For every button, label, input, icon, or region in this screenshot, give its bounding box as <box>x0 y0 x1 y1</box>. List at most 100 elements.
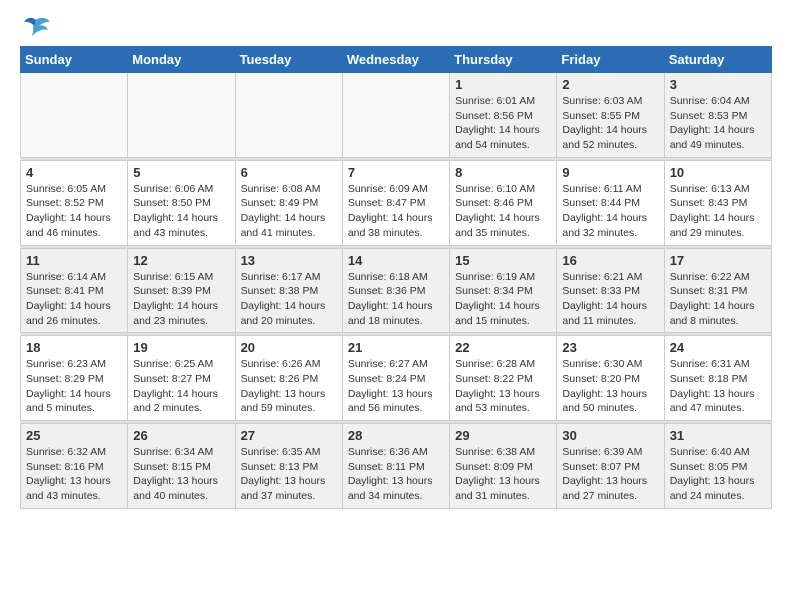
calendar-header-row: SundayMondayTuesdayWednesdayThursdayFrid… <box>21 47 772 73</box>
day-info: Sunrise: 6:23 AM Sunset: 8:29 PM Dayligh… <box>26 357 122 416</box>
day-info: Sunrise: 6:30 AM Sunset: 8:20 PM Dayligh… <box>562 357 658 416</box>
day-number: 9 <box>562 165 658 180</box>
day-number: 13 <box>241 253 337 268</box>
day-number: 5 <box>133 165 229 180</box>
calendar-week-5: 25 Sunrise: 6:32 AM Sunset: 8:16 PM Dayli… <box>21 424 772 509</box>
day-number: 19 <box>133 340 229 355</box>
day-info: Sunrise: 6:17 AM Sunset: 8:38 PM Dayligh… <box>241 270 337 329</box>
day-info: Sunrise: 6:36 AM Sunset: 8:11 PM Dayligh… <box>348 445 444 504</box>
day-info: Sunrise: 6:03 AM Sunset: 8:55 PM Dayligh… <box>562 94 658 153</box>
calendar-cell: 20 Sunrise: 6:26 AM Sunset: 8:26 PM Dayli… <box>235 336 342 421</box>
day-number: 27 <box>241 428 337 443</box>
day-info: Sunrise: 6:34 AM Sunset: 8:15 PM Dayligh… <box>133 445 229 504</box>
calendar-week-2: 4Sunrise: 6:05 AM Sunset: 8:52 PM Daylig… <box>21 160 772 245</box>
day-number: 15 <box>455 253 551 268</box>
calendar-table: SundayMondayTuesdayWednesdayThursdayFrid… <box>20 46 772 509</box>
day-info: Sunrise: 6:27 AM Sunset: 8:24 PM Dayligh… <box>348 357 444 416</box>
day-info: Sunrise: 6:04 AM Sunset: 8:53 PM Dayligh… <box>670 94 766 153</box>
day-info: Sunrise: 6:13 AM Sunset: 8:43 PM Dayligh… <box>670 182 766 241</box>
logo <box>20 16 50 40</box>
calendar-cell: 16Sunrise: 6:21 AM Sunset: 8:33 PM Dayli… <box>557 248 664 333</box>
day-info: Sunrise: 6:35 AM Sunset: 8:13 PM Dayligh… <box>241 445 337 504</box>
day-info: Sunrise: 6:26 AM Sunset: 8:26 PM Dayligh… <box>241 357 337 416</box>
day-number: 8 <box>455 165 551 180</box>
weekday-header-saturday: Saturday <box>664 47 771 73</box>
day-info: Sunrise: 6:19 AM Sunset: 8:34 PM Dayligh… <box>455 270 551 329</box>
weekday-header-tuesday: Tuesday <box>235 47 342 73</box>
calendar-cell: 2 Sunrise: 6:03 AM Sunset: 8:55 PM Daylig… <box>557 73 664 158</box>
calendar-cell: 19 Sunrise: 6:25 AM Sunset: 8:27 PM Dayli… <box>128 336 235 421</box>
calendar-cell <box>342 73 449 158</box>
calendar-cell: 21 Sunrise: 6:27 AM Sunset: 8:24 PM Dayli… <box>342 336 449 421</box>
day-number: 7 <box>348 165 444 180</box>
calendar-cell: 15 Sunrise: 6:19 AM Sunset: 8:34 PM Dayli… <box>450 248 557 333</box>
day-number: 14 <box>348 253 444 268</box>
calendar-cell: 24 Sunrise: 6:31 AM Sunset: 8:18 PM Dayli… <box>664 336 771 421</box>
weekday-header-monday: Monday <box>128 47 235 73</box>
calendar-cell: 22 Sunrise: 6:28 AM Sunset: 8:22 PM Dayli… <box>450 336 557 421</box>
calendar-cell <box>235 73 342 158</box>
calendar-cell: 28 Sunrise: 6:36 AM Sunset: 8:11 PM Dayli… <box>342 424 449 509</box>
calendar-cell: 31 Sunrise: 6:40 AM Sunset: 8:05 PM Dayli… <box>664 424 771 509</box>
calendar-cell: 8Sunrise: 6:10 AM Sunset: 8:46 PM Daylig… <box>450 160 557 245</box>
day-number: 30 <box>562 428 658 443</box>
day-info: Sunrise: 6:01 AM Sunset: 8:56 PM Dayligh… <box>455 94 551 153</box>
day-info: Sunrise: 6:14 AM Sunset: 8:41 PM Dayligh… <box>26 270 122 329</box>
day-info: Sunrise: 6:25 AM Sunset: 8:27 PM Dayligh… <box>133 357 229 416</box>
day-info: Sunrise: 6:32 AM Sunset: 8:16 PM Dayligh… <box>26 445 122 504</box>
day-info: Sunrise: 6:09 AM Sunset: 8:47 PM Dayligh… <box>348 182 444 241</box>
day-info: Sunrise: 6:39 AM Sunset: 8:07 PM Dayligh… <box>562 445 658 504</box>
day-number: 3 <box>670 77 766 92</box>
calendar-cell: 7 Sunrise: 6:09 AM Sunset: 8:47 PM Daylig… <box>342 160 449 245</box>
day-number: 22 <box>455 340 551 355</box>
calendar-cell: 26Sunrise: 6:34 AM Sunset: 8:15 PM Dayli… <box>128 424 235 509</box>
day-number: 6 <box>241 165 337 180</box>
day-number: 24 <box>670 340 766 355</box>
day-info: Sunrise: 6:05 AM Sunset: 8:52 PM Dayligh… <box>26 182 122 241</box>
calendar-cell: 9Sunrise: 6:11 AM Sunset: 8:44 PM Daylig… <box>557 160 664 245</box>
day-info: Sunrise: 6:06 AM Sunset: 8:50 PM Dayligh… <box>133 182 229 241</box>
calendar-cell: 17 Sunrise: 6:22 AM Sunset: 8:31 PM Dayli… <box>664 248 771 333</box>
day-number: 18 <box>26 340 122 355</box>
calendar-cell: 12Sunrise: 6:15 AM Sunset: 8:39 PM Dayli… <box>128 248 235 333</box>
calendar-cell: 6Sunrise: 6:08 AM Sunset: 8:49 PM Daylig… <box>235 160 342 245</box>
day-info: Sunrise: 6:31 AM Sunset: 8:18 PM Dayligh… <box>670 357 766 416</box>
weekday-header-wednesday: Wednesday <box>342 47 449 73</box>
page-header <box>20 16 772 40</box>
day-number: 11 <box>26 253 122 268</box>
day-number: 29 <box>455 428 551 443</box>
day-info: Sunrise: 6:18 AM Sunset: 8:36 PM Dayligh… <box>348 270 444 329</box>
day-number: 25 <box>26 428 122 443</box>
day-number: 17 <box>670 253 766 268</box>
day-info: Sunrise: 6:15 AM Sunset: 8:39 PM Dayligh… <box>133 270 229 329</box>
calendar-cell <box>21 73 128 158</box>
weekday-header-friday: Friday <box>557 47 664 73</box>
day-info: Sunrise: 6:38 AM Sunset: 8:09 PM Dayligh… <box>455 445 551 504</box>
logo-bird-icon <box>22 16 50 40</box>
calendar-week-3: 11 Sunrise: 6:14 AM Sunset: 8:41 PM Dayli… <box>21 248 772 333</box>
day-number: 10 <box>670 165 766 180</box>
calendar-cell: 1 Sunrise: 6:01 AM Sunset: 8:56 PM Daylig… <box>450 73 557 158</box>
day-number: 1 <box>455 77 551 92</box>
calendar-week-1: 1 Sunrise: 6:01 AM Sunset: 8:56 PM Daylig… <box>21 73 772 158</box>
day-info: Sunrise: 6:28 AM Sunset: 8:22 PM Dayligh… <box>455 357 551 416</box>
calendar-cell: 3 Sunrise: 6:04 AM Sunset: 8:53 PM Daylig… <box>664 73 771 158</box>
day-number: 16 <box>562 253 658 268</box>
calendar-cell: 14 Sunrise: 6:18 AM Sunset: 8:36 PM Dayli… <box>342 248 449 333</box>
day-number: 21 <box>348 340 444 355</box>
day-info: Sunrise: 6:22 AM Sunset: 8:31 PM Dayligh… <box>670 270 766 329</box>
day-number: 2 <box>562 77 658 92</box>
weekday-header-thursday: Thursday <box>450 47 557 73</box>
calendar-cell: 18 Sunrise: 6:23 AM Sunset: 8:29 PM Dayli… <box>21 336 128 421</box>
day-info: Sunrise: 6:40 AM Sunset: 8:05 PM Dayligh… <box>670 445 766 504</box>
day-number: 23 <box>562 340 658 355</box>
calendar-cell: 10 Sunrise: 6:13 AM Sunset: 8:43 PM Dayli… <box>664 160 771 245</box>
calendar-cell <box>128 73 235 158</box>
weekday-header-sunday: Sunday <box>21 47 128 73</box>
day-number: 20 <box>241 340 337 355</box>
calendar-cell: 13 Sunrise: 6:17 AM Sunset: 8:38 PM Dayli… <box>235 248 342 333</box>
calendar-cell: 25 Sunrise: 6:32 AM Sunset: 8:16 PM Dayli… <box>21 424 128 509</box>
day-number: 31 <box>670 428 766 443</box>
day-number: 28 <box>348 428 444 443</box>
calendar-cell: 5 Sunrise: 6:06 AM Sunset: 8:50 PM Daylig… <box>128 160 235 245</box>
